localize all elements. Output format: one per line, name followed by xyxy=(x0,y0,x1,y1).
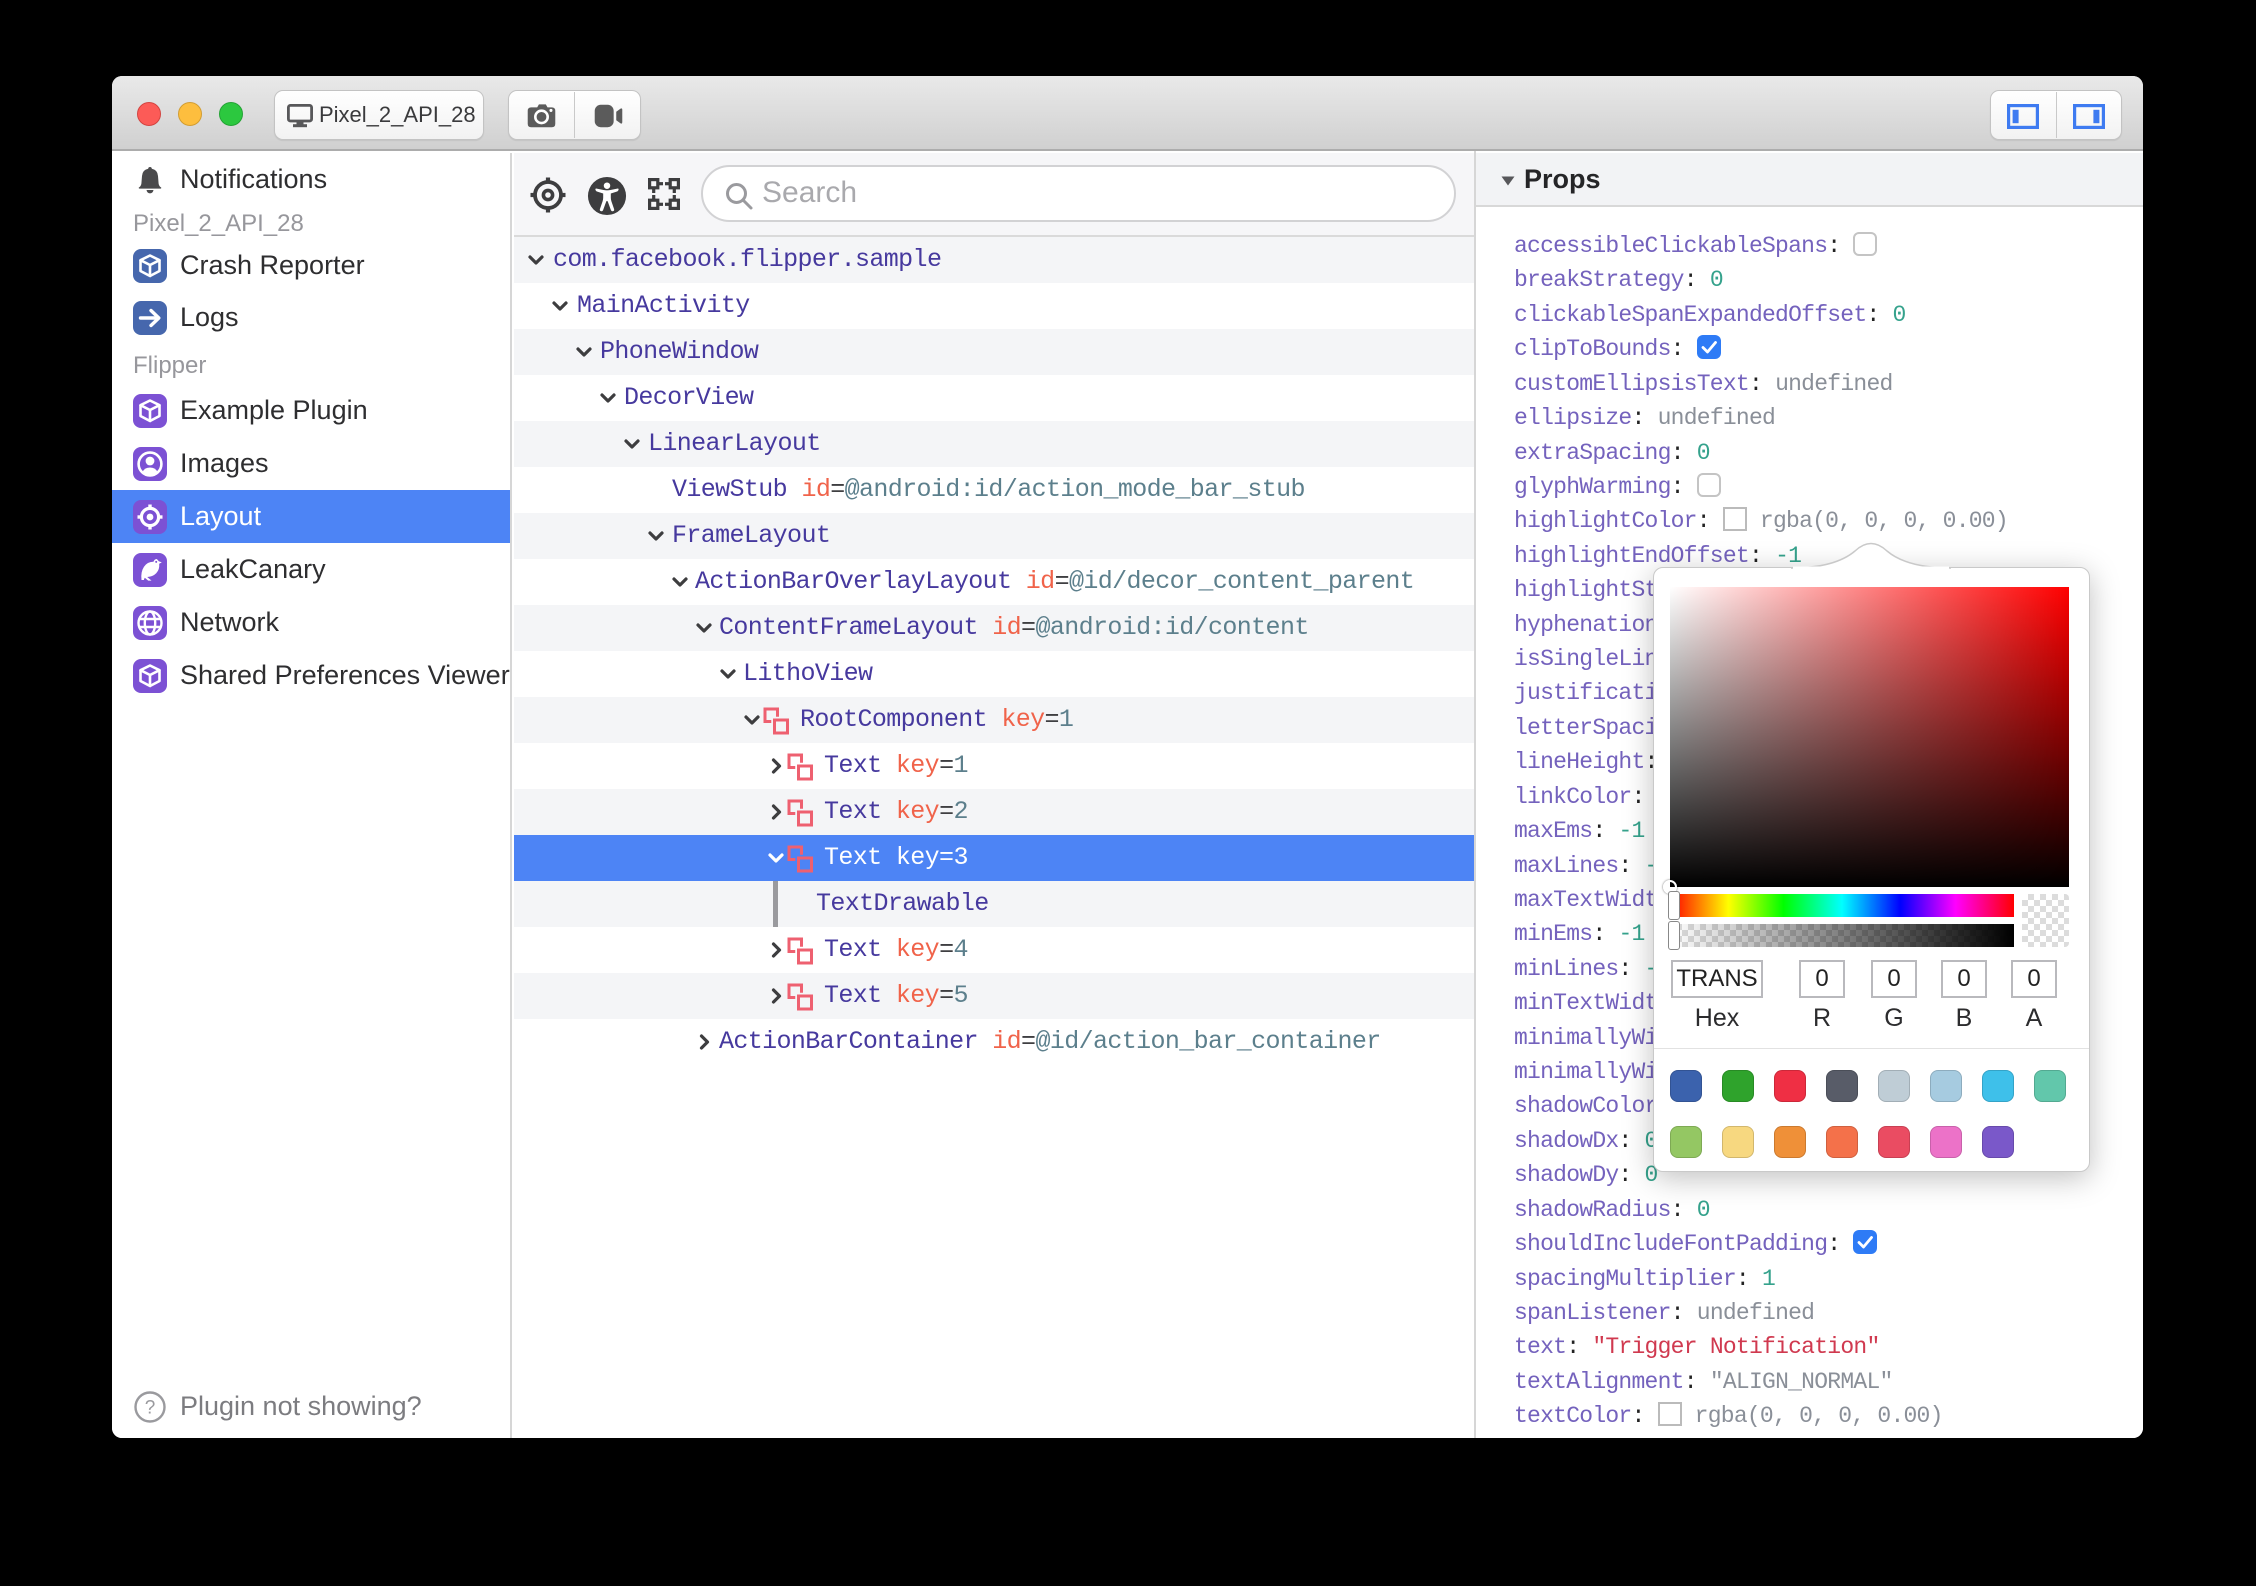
svg-text:?: ? xyxy=(145,1398,156,1419)
